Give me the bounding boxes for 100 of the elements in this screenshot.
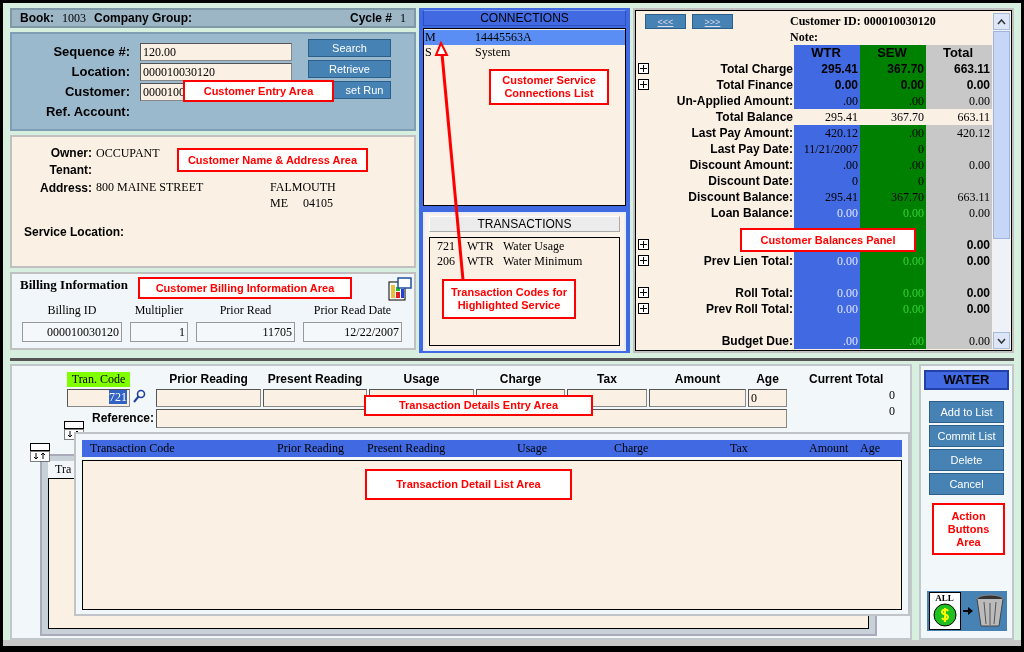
balance-cell: 0.00 <box>794 253 860 269</box>
tran-code-label: Tran. Code <box>67 372 130 387</box>
column-header: Present Reading <box>266 372 364 387</box>
address-value: 800 MAINE STREET <box>96 180 204 195</box>
address-label: Address: <box>39 181 92 195</box>
reference-label: Reference: <box>90 410 154 427</box>
annotation-tooltip: Transaction Details Entry Area <box>364 395 593 416</box>
annotation-tooltip: Action Buttons Area <box>932 503 1005 555</box>
row-label: Loan Balance: <box>709 205 794 221</box>
cycle-label: Cycle # <box>349 11 392 25</box>
annotation-tooltip: Customer Service Connections List <box>489 69 609 105</box>
book-value: 1003 <box>62 10 86 26</box>
balance-cell: 0.00 <box>860 285 926 301</box>
row-label: Last Pay Amount: <box>690 125 794 141</box>
cycle-value: 1 <box>400 10 406 26</box>
row-label: Total Finance <box>715 77 794 93</box>
column-label: Billing ID <box>46 303 98 318</box>
balance-cell: 0.00 <box>926 301 992 317</box>
balance-cell: 663.11 <box>926 61 992 77</box>
field-label: Sequence #: <box>52 44 130 59</box>
balance-cell: 0.00 <box>926 93 992 109</box>
column-label: Multiplier <box>133 303 185 318</box>
column-header: Prior Reading <box>168 372 249 387</box>
balance-cell: 367.70 <box>860 61 926 77</box>
value-field: 12/22/2007 <box>303 322 402 342</box>
balance-cell: 0.00 <box>860 77 926 93</box>
balance-cell: .00 <box>860 93 926 109</box>
column-header: Amount <box>673 372 722 387</box>
billing-title: Billing Information <box>20 277 128 293</box>
row-label: Discount Amount: <box>688 157 794 173</box>
value-field: 000010030120 <box>22 322 122 342</box>
row-label: Total Balance <box>714 109 794 125</box>
row-label: Discount Balance: <box>687 189 794 205</box>
balance-cell: 11/21/2007 <box>794 141 860 157</box>
balance-cell: 0 <box>794 173 860 189</box>
column-header: Tax <box>596 372 618 387</box>
book-label: Book: <box>20 11 54 25</box>
balance-cell: 0.00 <box>794 285 860 301</box>
state-zip-value: ME 04105 <box>270 195 333 211</box>
balance-cell: 0.00 <box>926 205 992 221</box>
column-header: Usage <box>402 372 441 387</box>
row-label: Roll Total: <box>734 285 794 301</box>
column-header: Age <box>755 372 780 387</box>
annotation-tooltip: Customer Billing Information Area <box>138 277 352 299</box>
balance-cell: 0.00 <box>794 77 860 93</box>
list-header: Transaction Code Prior Reading Present Reading Usage Charge Tax Amount Age <box>82 440 902 457</box>
value-field: 11705 <box>196 322 295 342</box>
balance-cell: 0.00 <box>926 237 992 253</box>
balance-cell: 0 <box>860 141 926 157</box>
company-group-label: Company Group: <box>94 11 192 25</box>
annotation-tooltip: Customer Name & Address Area <box>177 148 368 172</box>
service-location-label: Service Location: <box>23 225 126 239</box>
customer-id: Customer ID: 000010030120 <box>790 13 936 29</box>
balance-cell: .00 <box>794 157 860 173</box>
balance-cell: .00 <box>860 157 926 173</box>
balance-cell: 663.11 <box>926 189 992 205</box>
row-label: Discount Date: <box>707 173 794 189</box>
balance-cell: 367.70 <box>860 189 926 205</box>
column-header: Charge <box>498 372 543 387</box>
balance-cell: 420.12 <box>926 125 992 141</box>
section-header: TRANSACTIONS <box>429 216 620 232</box>
annotation-tooltip: Transaction Detail List Area <box>365 469 572 500</box>
row-label: Budget Due: <box>720 333 794 349</box>
balance-cell: 420.12 <box>794 125 860 141</box>
annotation-tooltip: Customer Entry Area <box>183 80 334 102</box>
balance-cell: 0.00 <box>926 157 992 173</box>
balance-cell: .00 <box>860 333 926 349</box>
balance-cell: 0.00 <box>926 77 992 93</box>
city-value: FALMOUTH <box>270 180 336 195</box>
balance-cell: .00 <box>794 333 860 349</box>
column-header: WTR <box>794 45 860 61</box>
balance-cell: 0.00 <box>926 253 992 269</box>
row-label: Prev Roll Total: <box>704 301 794 317</box>
column-label: Prior Read <box>218 303 273 318</box>
owner-label: Owner: <box>49 146 92 160</box>
row-label: Un-Applied Amount: <box>675 93 794 109</box>
column-header: Total <box>926 45 992 61</box>
row-label: Last Pay Date: <box>709 141 794 157</box>
balance-cell: 0.00 <box>926 333 992 349</box>
service-header: WATER <box>924 370 1009 390</box>
balance-cell: 0.00 <box>794 301 860 317</box>
row-label: Total Charge <box>719 61 794 77</box>
owner-value: OCCUPANT <box>96 145 160 161</box>
current-total-label: Current Total <box>809 372 885 387</box>
balance-cell: 295.41 <box>794 189 860 205</box>
annotation-tooltip: Transaction Codes for Highlighted Service <box>442 279 576 319</box>
balance-cell: 0.00 <box>794 205 860 221</box>
balance-cell: 0 <box>860 173 926 189</box>
row-label: Prev Lien Total: <box>702 253 794 269</box>
field-label: Ref. Account: <box>44 104 130 119</box>
column-header: SEW <box>860 45 926 61</box>
current-total-value: 0 <box>888 403 895 419</box>
balance-cell: .00 <box>794 93 860 109</box>
balance-cell: 0.00 <box>860 205 926 221</box>
balance-cell: 0.00 <box>860 301 926 317</box>
tenant-label: Tenant: <box>48 163 92 177</box>
value-field: 1 <box>130 322 188 342</box>
field-label: Location: <box>70 64 130 79</box>
current-total-value: 0 <box>888 387 895 403</box>
balance-cell: .00 <box>860 125 926 141</box>
